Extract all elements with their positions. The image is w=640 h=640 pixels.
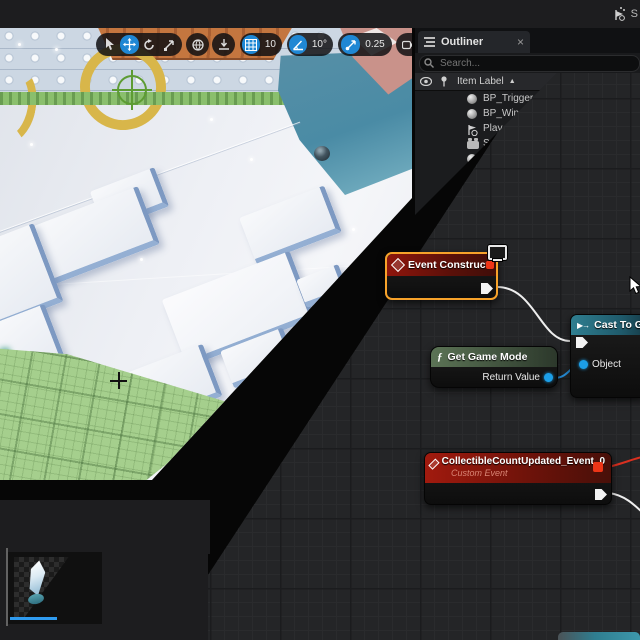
outliner-tab-bar: Outliner × [415, 28, 640, 53]
rotation-snap-group: 10° [287, 33, 333, 56]
node-title: CollectibleCountUpdated_Event_0 [442, 456, 605, 467]
select-cursor-icon [104, 38, 115, 51]
crystal-asset-preview [22, 560, 48, 608]
sort-ascending-icon: ▲ [509, 78, 516, 85]
target-gizmo [117, 75, 147, 105]
bottom-strip [0, 624, 104, 640]
scale-snap-button[interactable] [341, 35, 360, 54]
node-collectible-count-updated-event[interactable]: CollectibleCountUpdated_Event_0 Custom E… [424, 452, 612, 505]
fragment-label: S [631, 8, 638, 20]
crosshair-cursor [110, 372, 127, 389]
node-partial-bottom[interactable] [558, 632, 640, 640]
rotation-snap-value[interactable]: 10° [308, 39, 331, 50]
object-input-pin[interactable] [579, 360, 588, 369]
surface-snap-group [212, 33, 235, 56]
move-icon [123, 38, 136, 51]
angle-snap-icon [292, 39, 304, 51]
transform-tools-group [96, 33, 182, 56]
top-bar: S [0, 0, 640, 28]
selection-underline [10, 617, 57, 620]
node-header: Event Construct [387, 254, 496, 276]
eye-icon[interactable] [420, 77, 432, 86]
player-start-icon [612, 6, 628, 22]
gem-base [27, 592, 45, 605]
column-header-item-label[interactable]: Item Label [457, 76, 504, 87]
scale-snap-value[interactable]: 0.25 [361, 39, 388, 50]
surface-snapping-button[interactable] [214, 35, 233, 54]
coord-system-group [186, 33, 209, 56]
node-header: ƒ Get Game Mode [431, 347, 557, 367]
select-tool-button[interactable] [100, 35, 119, 54]
monitor-icon [488, 245, 505, 260]
delegate-pin[interactable] [593, 462, 603, 472]
surface-snap-icon [218, 39, 230, 51]
bottom-left-panel [0, 500, 210, 554]
tab-title: Outliner [441, 36, 483, 48]
scale-icon [163, 39, 175, 51]
pin-icon[interactable] [440, 76, 448, 87]
grid-snap-button[interactable] [242, 35, 260, 54]
brick-mesh-icon [467, 141, 479, 149]
grid-snap-group: 10 [240, 33, 282, 56]
globe-icon [192, 39, 204, 51]
node-event-construct[interactable]: Event Construct [385, 252, 498, 300]
function-icon: ƒ [437, 351, 443, 363]
node-header: ▶→ Cast To GM [571, 315, 640, 335]
world-coordinate-button[interactable] [188, 35, 207, 54]
return-value-label: Return Value [482, 372, 540, 383]
search-icon [424, 58, 434, 68]
search-input[interactable] [419, 55, 640, 72]
return-value-pin[interactable] [544, 373, 553, 382]
actor-icon [467, 94, 477, 104]
grid-snap-value[interactable]: 10 [261, 39, 280, 50]
outliner-row-fragment: S [612, 6, 638, 22]
panel-divider [6, 548, 8, 626]
delegate-pin[interactable] [486, 261, 494, 269]
scale-snap-group: 0.25 [338, 33, 392, 56]
move-tool-button[interactable] [120, 35, 139, 54]
scale-tool-button[interactable] [160, 35, 179, 54]
node-header: CollectibleCountUpdated_Event_0 Custom E… [425, 453, 611, 483]
actor-icon [467, 109, 477, 119]
asset-thumbnail[interactable] [8, 552, 102, 624]
node-subtitle: Custom Event [451, 468, 508, 478]
node-get-game-mode[interactable]: ƒ Get Game Mode Return Value [430, 346, 558, 388]
camera-speed-group: 4 [396, 33, 412, 56]
camera-icon [402, 40, 412, 50]
node-title: Cast To GM [594, 319, 640, 331]
lego-tile [296, 264, 349, 308]
event-icon [391, 258, 405, 272]
object-pin-label: Object [592, 359, 621, 370]
sphere-actor [314, 146, 330, 161]
cast-icon: ▶→ [577, 321, 589, 330]
row-label: BP_Trigger [483, 93, 533, 104]
node-title: Event Construct [408, 259, 489, 271]
camera-speed-button[interactable] [399, 35, 412, 54]
rotate-icon [143, 39, 155, 51]
close-icon[interactable]: × [517, 35, 524, 49]
event-icon [428, 458, 439, 469]
exec-output-pin[interactable] [595, 489, 607, 500]
actor-icon [467, 154, 477, 164]
grid-snap-icon [245, 39, 257, 51]
rotate-tool-button[interactable] [140, 35, 159, 54]
tab-outliner[interactable]: Outliner × [418, 31, 530, 53]
bottom-panel [100, 552, 208, 640]
node-title: Get Game Mode [448, 351, 528, 363]
outliner-search-row [415, 53, 640, 73]
mouse-cursor [629, 276, 640, 295]
node-cast-to-gm[interactable]: ▶→ Cast To GM Object [570, 314, 640, 398]
player-start-icon [467, 124, 479, 136]
outliner-list-icon [424, 37, 435, 47]
scale-snap-icon [345, 39, 357, 51]
exec-input-pin[interactable] [576, 337, 588, 348]
grass-strip [0, 92, 306, 105]
rotation-snap-button[interactable] [289, 35, 307, 54]
exec-output-pin[interactable] [481, 283, 493, 294]
